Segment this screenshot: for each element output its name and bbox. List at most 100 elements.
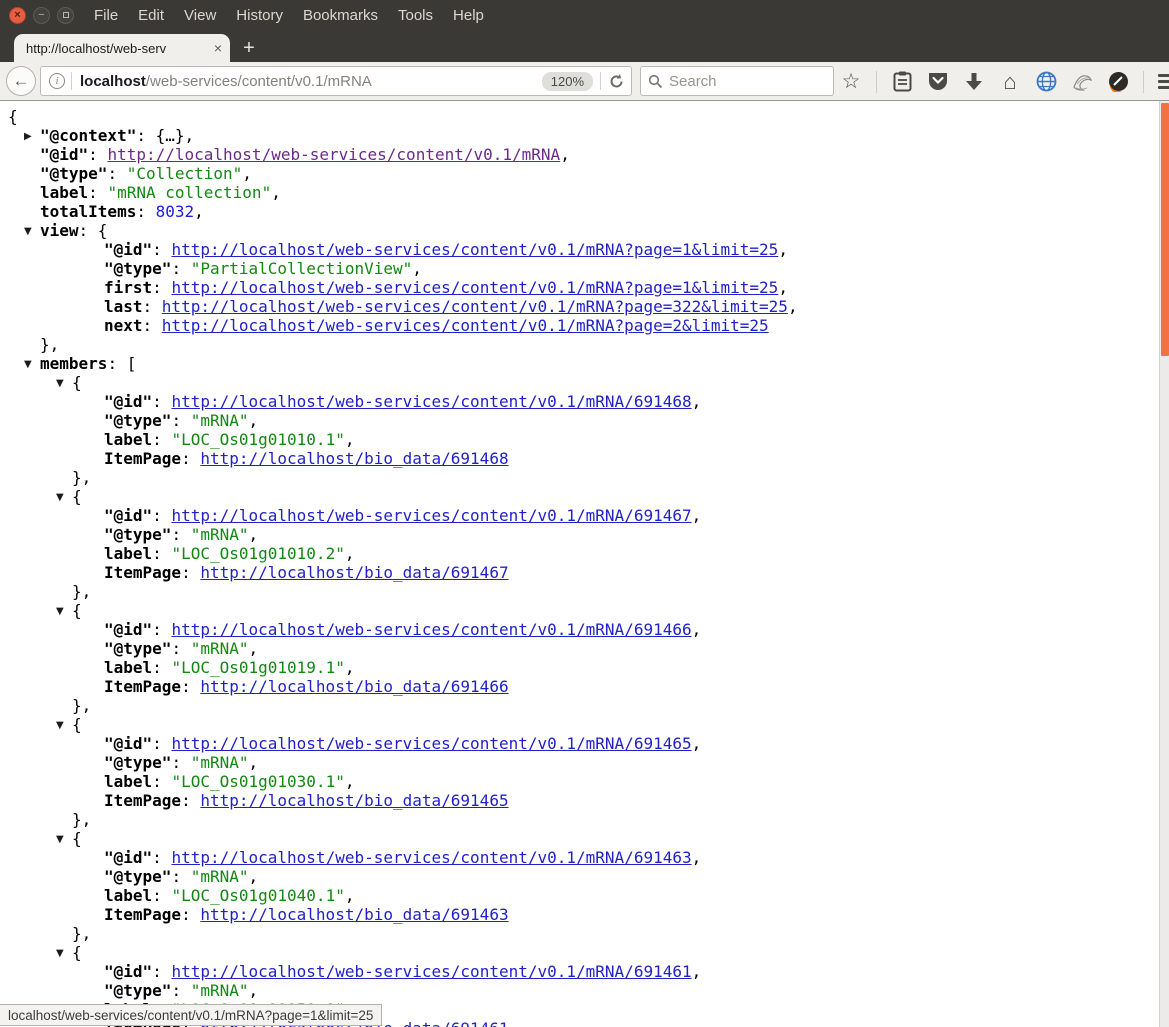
json-row-view-type: "@type": "PartialCollectionView", <box>0 259 1169 278</box>
json-member-label: label: "LOC_Os01g01040.1", <box>0 886 1169 905</box>
json-member-close: }, <box>0 582 1169 601</box>
json-link[interactable]: http://localhost/web-services/content/v0… <box>171 734 691 753</box>
json-link[interactable]: http://localhost/bio_data/691463 <box>200 905 508 924</box>
zoom-level-badge[interactable]: 120% <box>542 72 593 91</box>
json-link[interactable]: http://localhost/web-services/content/v0… <box>171 620 691 639</box>
json-member-id: "@id": http://localhost/web-services/con… <box>0 734 1169 753</box>
collapse-triangle-icon[interactable]: ▼ <box>24 355 32 374</box>
menu-edit[interactable]: Edit <box>138 7 164 24</box>
search-icon <box>648 74 663 89</box>
json-member-label: label: "LOC_Os01g01030.1", <box>0 772 1169 791</box>
toolbar-divider <box>1143 71 1144 93</box>
url-bar[interactable]: i localhost /web-services/content/v0.1/m… <box>40 66 632 96</box>
json-link[interactable]: http://localhost/web-services/content/v0… <box>171 848 691 867</box>
json-member-close: }, <box>0 924 1169 943</box>
json-link[interactable]: http://localhost/bio_data/691467 <box>200 563 508 582</box>
sketch-extension-icon[interactable] <box>1071 72 1093 92</box>
back-button[interactable]: ← <box>6 66 36 96</box>
expand-triangle-icon[interactable]: ▶ <box>24 127 32 146</box>
urlbar-divider <box>71 72 72 90</box>
json-row-view-next: next: http://localhost/web-services/cont… <box>0 316 1169 335</box>
download-icon[interactable] <box>963 72 985 92</box>
active-tab[interactable]: http://localhost/web-serv × <box>14 34 230 62</box>
json-member-open: ▼{ <box>0 487 1169 506</box>
window-maximize-button[interactable] <box>57 7 74 24</box>
status-link-preview: localhost/web-services/content/v0.1/mRNA… <box>0 1004 382 1026</box>
urlbar-divider <box>600 72 601 90</box>
orange-orb-extension-icon[interactable] <box>1107 71 1129 92</box>
collapse-triangle-icon[interactable]: ▼ <box>56 602 64 621</box>
json-member-type: "@type": "mRNA", <box>0 753 1169 772</box>
json-row-id: "@id": http://localhost/web-services/con… <box>0 145 1169 164</box>
json-row-view-last: last: http://localhost/web-services/cont… <box>0 297 1169 316</box>
globe-extension-icon[interactable] <box>1035 71 1057 92</box>
menu-hamburger-icon[interactable] <box>1158 74 1169 89</box>
json-link[interactable]: http://localhost/web-services/content/v0… <box>171 506 691 525</box>
bookmark-star-icon[interactable]: ☆ <box>840 72 862 92</box>
window-minimize-button[interactable]: − <box>33 7 50 24</box>
json-link[interactable]: http://localhost/bio_data/691465 <box>200 791 508 810</box>
collapse-triangle-icon[interactable]: ▼ <box>24 222 32 241</box>
json-member-open: ▼{ <box>0 373 1169 392</box>
json-root-open: { <box>0 107 1169 126</box>
window-close-button[interactable]: × <box>9 7 26 24</box>
collapse-triangle-icon[interactable]: ▼ <box>56 830 64 849</box>
site-info-icon[interactable]: i <box>49 73 65 89</box>
json-member-close: }, <box>0 468 1169 487</box>
json-member-id: "@id": http://localhost/web-services/con… <box>0 848 1169 867</box>
scrollbar-track[interactable] <box>1159 101 1169 1027</box>
json-link[interactable]: http://localhost/web-services/content/v0… <box>171 962 691 981</box>
json-link[interactable]: http://localhost/web-services/content/v0… <box>171 278 778 297</box>
tab-bar: http://localhost/web-serv × + <box>0 30 1169 62</box>
maximize-icon <box>63 12 69 18</box>
json-link[interactable]: http://localhost/bio_data/691468 <box>200 449 508 468</box>
menu-file[interactable]: File <box>94 7 118 24</box>
json-row-view-open: ▼view: { <box>0 221 1169 240</box>
collapse-triangle-icon[interactable]: ▼ <box>56 488 64 507</box>
bookmarks-list-icon[interactable] <box>891 71 913 92</box>
search-box[interactable] <box>640 66 834 96</box>
toolbar-icons: ☆ ⌂ <box>840 62 1169 101</box>
json-member-id: "@id": http://localhost/web-services/con… <box>0 506 1169 525</box>
menu-tools[interactable]: Tools <box>398 7 433 24</box>
menu-bookmarks[interactable]: Bookmarks <box>303 7 378 24</box>
collapse-triangle-icon[interactable]: ▼ <box>56 944 64 963</box>
url-path: /web-services/content/v0.1/mRNA <box>146 73 542 90</box>
new-tab-button[interactable]: + <box>236 36 262 60</box>
collapse-triangle-icon[interactable]: ▼ <box>56 374 64 393</box>
collapse-triangle-icon[interactable]: ▼ <box>56 716 64 735</box>
pocket-icon[interactable] <box>927 72 949 91</box>
url-host: localhost <box>80 73 146 90</box>
menu-bar: File Edit View History Bookmarks Tools H… <box>94 7 484 24</box>
json-link[interactable]: http://localhost/web-services/content/v0… <box>171 392 691 411</box>
search-input[interactable] <box>669 73 868 90</box>
json-link[interactable]: http://localhost/web-services/content/v0… <box>171 240 778 259</box>
menu-view[interactable]: View <box>184 7 216 24</box>
scrollbar-thumb[interactable] <box>1161 103 1169 356</box>
json-member-label: label: "LOC_Os01g01010.1", <box>0 430 1169 449</box>
json-member-itempage: ItemPage: http://localhost/bio_data/6914… <box>0 563 1169 582</box>
json-row-view-id: "@id": http://localhost/web-services/con… <box>0 240 1169 259</box>
json-link[interactable]: http://localhost/bio_data/691466 <box>200 677 508 696</box>
json-member-itempage: ItemPage: http://localhost/bio_data/6914… <box>0 791 1169 810</box>
json-link[interactable]: http://localhost/web-services/content/v0… <box>162 297 788 316</box>
home-icon[interactable]: ⌂ <box>999 72 1021 92</box>
json-viewer: { ▶"@context": {…}, "@id": http://localh… <box>0 101 1169 1027</box>
json-row-totalitems: totalItems: 8032, <box>0 202 1169 221</box>
json-member-type: "@type": "mRNA", <box>0 411 1169 430</box>
json-link[interactable]: http://localhost/web-services/content/v0… <box>107 145 560 164</box>
json-member-close: }, <box>0 696 1169 715</box>
json-row-label: label: "mRNA collection", <box>0 183 1169 202</box>
json-member-id: "@id": http://localhost/web-services/con… <box>0 620 1169 639</box>
menu-history[interactable]: History <box>236 7 283 24</box>
json-link[interactable]: http://localhost/web-services/content/v0… <box>162 316 769 335</box>
menu-help[interactable]: Help <box>453 7 484 24</box>
json-row-type: "@type": "Collection", <box>0 164 1169 183</box>
tab-title: http://localhost/web-serv <box>26 41 208 56</box>
json-member-open: ▼{ <box>0 715 1169 734</box>
reload-icon[interactable] <box>608 73 625 90</box>
toolbar-divider <box>876 71 877 93</box>
json-member-close: }, <box>0 810 1169 829</box>
tab-close-icon[interactable]: × <box>214 40 222 56</box>
json-member-type: "@type": "mRNA", <box>0 525 1169 544</box>
